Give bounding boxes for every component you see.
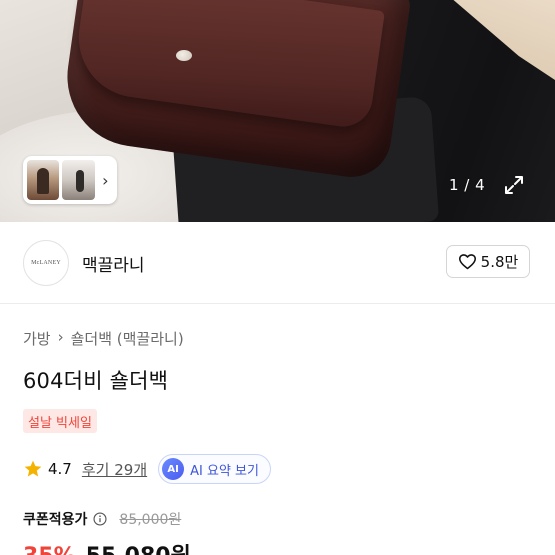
- image-counter: 1 / 4: [449, 176, 486, 194]
- breadcrumb-item-subcategory[interactable]: 숄더백 (맥끌라니): [71, 328, 184, 349]
- rating-value: 4.7: [48, 460, 72, 478]
- rating-row: 4.7 후기 29개 AI AI 요약 보기: [23, 454, 271, 484]
- coupon-row: 쿠폰적용가 85,000원: [23, 509, 181, 529]
- ai-summary-label: AI 요약 보기: [190, 463, 259, 479]
- original-price: 85,000원: [119, 512, 182, 528]
- breadcrumb-item-category[interactable]: 가방: [23, 328, 51, 349]
- product-image-gallery[interactable]: › 1 / 4: [0, 0, 555, 222]
- breadcrumb: 가방 › 숄더백 (맥끌라니): [23, 328, 184, 349]
- ai-badge-icon: AI: [162, 458, 185, 480]
- star-icon: [24, 460, 42, 477]
- seller-logo-text: McLANEY: [31, 260, 61, 266]
- like-count: 5.8만: [480, 253, 519, 271]
- thumbnail-image[interactable]: [62, 160, 95, 200]
- sale-price: 55,080원: [86, 538, 191, 555]
- thumbnail-image[interactable]: [27, 160, 60, 200]
- product-title: 604더비 숄더백: [23, 369, 169, 393]
- bag-clasp: [176, 50, 192, 61]
- price-row: 35% 55,080원: [23, 538, 191, 555]
- seller-logo[interactable]: McLANEY: [23, 240, 69, 286]
- info-icon[interactable]: [93, 512, 107, 526]
- heart-outline-icon: [458, 254, 476, 270]
- seller-name[interactable]: 맥끌라니: [82, 251, 145, 276]
- thumbnail-strip[interactable]: ›: [23, 156, 117, 204]
- coupon-price-label: 쿠폰적용가: [23, 512, 88, 528]
- chevron-right-icon: ›: [57, 328, 64, 346]
- ai-summary-button[interactable]: AI AI 요약 보기: [158, 454, 271, 484]
- reviews-link[interactable]: 후기 29개: [82, 459, 147, 480]
- like-button[interactable]: 5.8만: [446, 245, 530, 278]
- discount-rate: 35%: [23, 544, 76, 555]
- chevron-right-icon[interactable]: ›: [98, 171, 113, 190]
- expand-icon[interactable]: [503, 174, 525, 196]
- sale-badge: 설날 빅세일: [23, 409, 97, 433]
